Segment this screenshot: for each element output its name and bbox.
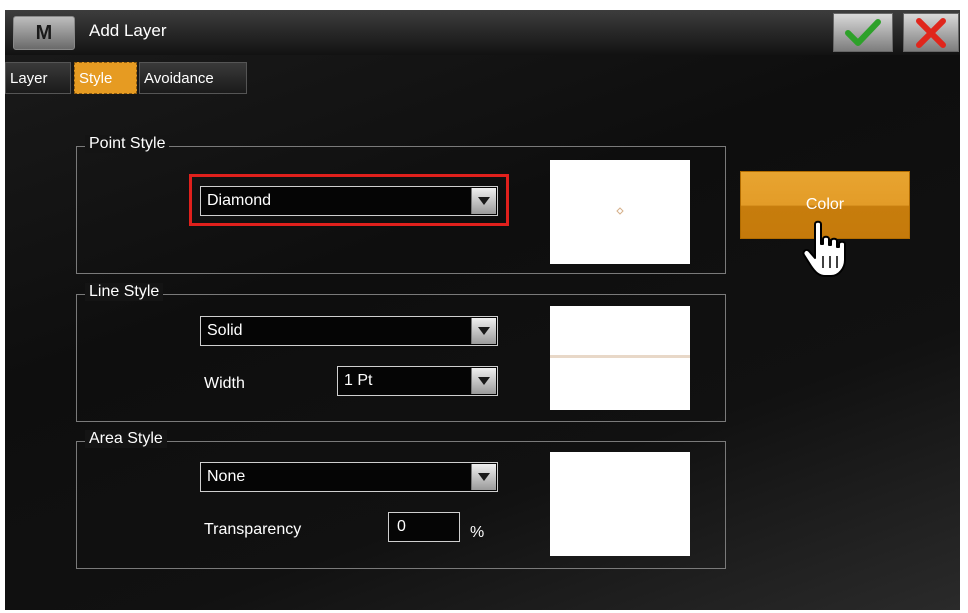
point-style-legend: Point Style <box>85 135 170 153</box>
width-label: Width <box>204 375 245 392</box>
tab-layer[interactable]: Layer <box>5 62 71 94</box>
tab-avoidance[interactable]: Avoidance <box>139 62 247 94</box>
line-style-preview <box>550 306 690 410</box>
transparency-input[interactable]: 0 <box>388 512 460 542</box>
ok-button[interactable] <box>833 13 893 52</box>
chevron-down-icon[interactable] <box>471 464 496 490</box>
hand-pointer-icon <box>802 220 846 277</box>
title-bar: M Add Layer <box>5 10 960 55</box>
app-logo[interactable]: M <box>13 16 75 50</box>
line-width-select[interactable]: 1 Pt <box>337 366 498 396</box>
tab-style[interactable]: Style <box>74 62 137 94</box>
transparency-unit: % <box>470 524 485 541</box>
checkmark-icon <box>845 19 881 46</box>
line-style-select[interactable]: Solid <box>200 316 498 346</box>
area-style-legend: Area Style <box>85 430 167 448</box>
area-style-preview <box>550 452 690 556</box>
cancel-button[interactable] <box>903 13 959 52</box>
diamond-preview-icon <box>616 207 624 215</box>
transparency-label: Transparency <box>204 521 302 538</box>
chevron-down-icon[interactable] <box>471 188 496 214</box>
dialog-title: Add Layer <box>89 21 167 40</box>
line-style-value: Solid <box>207 322 243 339</box>
chevron-down-icon[interactable] <box>471 368 496 394</box>
line-style-legend: Line Style <box>85 283 164 301</box>
point-style-value: Diamond <box>207 192 272 209</box>
line-preview-stroke <box>550 355 690 358</box>
chevron-down-icon[interactable] <box>471 318 496 344</box>
point-style-preview <box>550 160 690 264</box>
line-width-value: 1 Pt <box>344 372 373 389</box>
add-layer-dialog: M Add Layer Layer Style Avoidance Point … <box>5 10 960 610</box>
area-style-value: None <box>207 468 246 485</box>
point-style-select[interactable]: Diamond <box>200 186 498 216</box>
close-x-icon <box>916 18 946 48</box>
area-style-select[interactable]: None <box>200 462 498 492</box>
